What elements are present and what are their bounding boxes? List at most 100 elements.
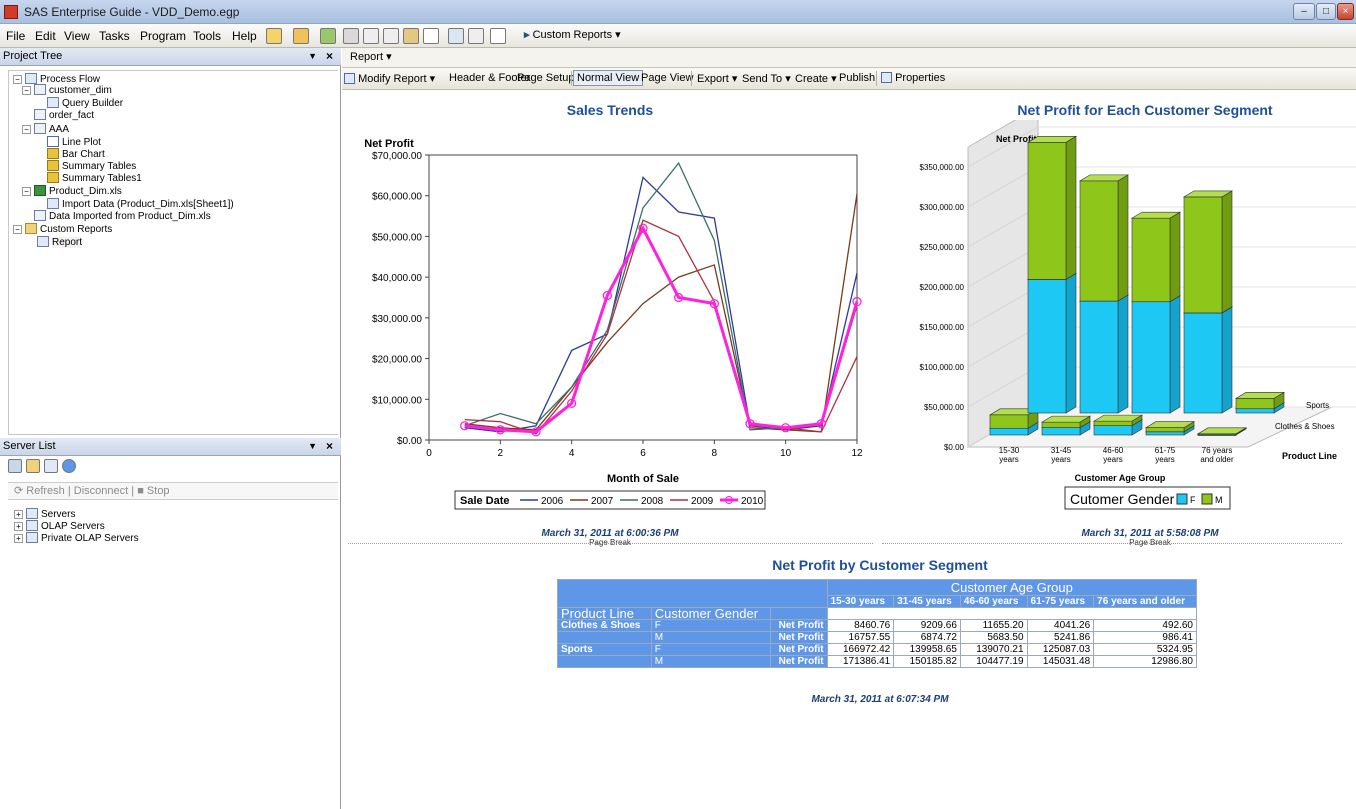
normal-view-button[interactable]: Normal View [573, 70, 644, 86]
menu-tools[interactable]: Tools [193, 29, 221, 43]
minimize-icon[interactable]: – [1293, 3, 1315, 20]
redo-icon[interactable] [468, 28, 484, 44]
close-icon[interactable]: × [1337, 3, 1354, 20]
disconnect-button[interactable]: Disconnect [74, 485, 128, 497]
create-button[interactable]: Create ▾ [795, 72, 837, 85]
import-icon [47, 198, 59, 209]
tree-item-olap-servers[interactable]: + OLAP Servers [14, 520, 105, 532]
menu-file[interactable]: File [6, 29, 25, 43]
send-to-button[interactable]: Send To ▾ [742, 72, 791, 85]
menu-bar: File Edit View Tasks Program Tools Help … [0, 24, 1356, 48]
menu-tasks[interactable]: Tasks [99, 29, 130, 43]
globe-icon[interactable] [62, 459, 76, 473]
add-data-icon[interactable] [320, 28, 336, 44]
tree-item-query-builder[interactable]: Query Builder [47, 97, 123, 109]
tree-item-report[interactable]: Report [37, 236, 83, 248]
sas-app-icon [4, 5, 18, 19]
export-button[interactable]: Export ▾ [697, 72, 737, 85]
bar-f [1131, 301, 1171, 414]
menu-edit[interactable]: Edit [35, 29, 56, 43]
expand-icon[interactable]: + [14, 534, 23, 543]
legend-label: 2007 [591, 496, 614, 507]
modify-report-button[interactable]: Modify Report ▾ [344, 72, 435, 85]
legend-swatch-f [1176, 493, 1188, 505]
bar-f [1145, 431, 1185, 436]
col-header: 61-75 years [1026, 595, 1095, 608]
plot-area [428, 154, 858, 441]
bar-m-side [1221, 190, 1233, 314]
refresh-button[interactable]: Refresh [26, 485, 65, 497]
copy-icon[interactable] [383, 28, 399, 44]
window-layout-icon[interactable] [490, 28, 506, 44]
maximize-icon[interactable]: □ [1316, 3, 1336, 20]
x-axis-label: Month of Sale [607, 473, 679, 485]
y-tick-label: $50,000.00 [372, 232, 422, 243]
page-view-button[interactable]: Page View [641, 72, 693, 84]
properties-button[interactable]: Properties [881, 72, 945, 84]
tree-item-product-dim[interactable]: − Product_Dim.xls [22, 185, 122, 197]
y-tick-label: $350,000.00 [920, 163, 965, 172]
title-bar: SAS Enterprise Guide - VDD_Demo.egp – □ … [0, 0, 1356, 24]
report-tab[interactable]: Report ▾ [342, 48, 1356, 68]
paste-icon[interactable] [403, 28, 419, 44]
folder-icon [25, 223, 37, 234]
tree-item-customer-dim[interactable]: − customer_dim [22, 84, 112, 96]
menu-program[interactable]: Program [140, 29, 186, 43]
tree-item-aaa[interactable]: − AAA [22, 123, 69, 135]
close-pane-icon[interactable]: × [326, 438, 333, 455]
server-icon[interactable] [8, 459, 22, 473]
custom-reports-button[interactable]: ▸ Custom Reports ▾ [524, 28, 621, 41]
table-row: M Net Profit 171386.41 150185.82 104477.… [557, 655, 1197, 668]
project-tree: − Process Flow − customer_dim Query Builde… [8, 70, 338, 435]
y-tick-label: $30,000.00 [372, 314, 422, 325]
depth-label: Sports [1306, 401, 1329, 410]
tree-item-data-imported[interactable]: Data Imported from Product_Dim.xls [34, 210, 211, 222]
tree-item-summary-tables1[interactable]: Summary Tables1 [47, 172, 142, 184]
open-icon[interactable] [293, 28, 309, 44]
tree-item-line-plot[interactable]: Line Plot [47, 136, 101, 148]
page-setup-button[interactable]: Page Setup [517, 72, 575, 84]
tree-item-import-data[interactable]: Import Data (Product_Dim.xls[Sheet1]) [47, 198, 234, 210]
tree-item-private-olap-servers[interactable]: + Private OLAP Servers [14, 532, 139, 544]
legend: Sale Date 2006 2007 2008 2009 2010 [454, 490, 766, 510]
expand-icon[interactable]: + [14, 510, 23, 519]
publish-button[interactable]: Publish [839, 72, 875, 84]
window-title: SAS Enterprise Guide - VDD_Demo.egp [24, 5, 240, 19]
menu-help[interactable]: Help [232, 29, 257, 43]
close-pane-icon[interactable]: × [326, 48, 333, 65]
list-view-icon[interactable] [44, 459, 58, 473]
collapse-icon[interactable]: − [22, 187, 31, 196]
tree-item-order-fact[interactable]: order_fact [34, 109, 94, 121]
collapse-icon[interactable]: − [22, 86, 31, 95]
undo-icon[interactable] [448, 28, 464, 44]
cut-icon[interactable] [363, 28, 379, 44]
bar-m [1183, 196, 1223, 314]
stop-button[interactable]: Stop [147, 485, 170, 497]
y-tick-label: $300,000.00 [920, 203, 965, 212]
folder-icon[interactable] [26, 459, 40, 473]
expand-icon[interactable]: + [14, 522, 23, 531]
tree-item-custom-reports[interactable]: − Custom Reports [13, 223, 112, 235]
y-axis-label: Net Profit [364, 138, 414, 150]
menu-view[interactable]: View [64, 29, 90, 43]
collapse-icon[interactable]: − [13, 225, 22, 234]
server-list-header: Server List ▼ × [0, 438, 341, 456]
collapse-icon[interactable]: − [22, 125, 31, 134]
bar-m-side [1169, 211, 1181, 303]
row-header: Customer Gender [650, 607, 772, 620]
dropdown-icon[interactable]: ▼ [308, 48, 317, 65]
net-profit-segment-title: Net Profit for Each Customer Segment [1017, 102, 1273, 118]
new-icon[interactable] [266, 28, 282, 44]
collapse-icon[interactable]: − [13, 75, 22, 84]
print-icon[interactable] [343, 28, 359, 44]
sales-trends-title: Sales Trends [566, 102, 654, 118]
summary-table-icon [47, 172, 59, 183]
tree-item-bar-chart[interactable]: Bar Chart [47, 148, 105, 160]
x-tick-label: 61-75 [1155, 446, 1176, 455]
dropdown-icon[interactable]: ▼ [308, 438, 317, 455]
tree-item-servers[interactable]: + Servers [14, 508, 75, 520]
delete-icon[interactable] [423, 28, 439, 44]
properties-icon [881, 72, 892, 83]
tree-item-summary-tables[interactable]: Summary Tables [47, 160, 136, 172]
bar-m [1027, 142, 1067, 280]
